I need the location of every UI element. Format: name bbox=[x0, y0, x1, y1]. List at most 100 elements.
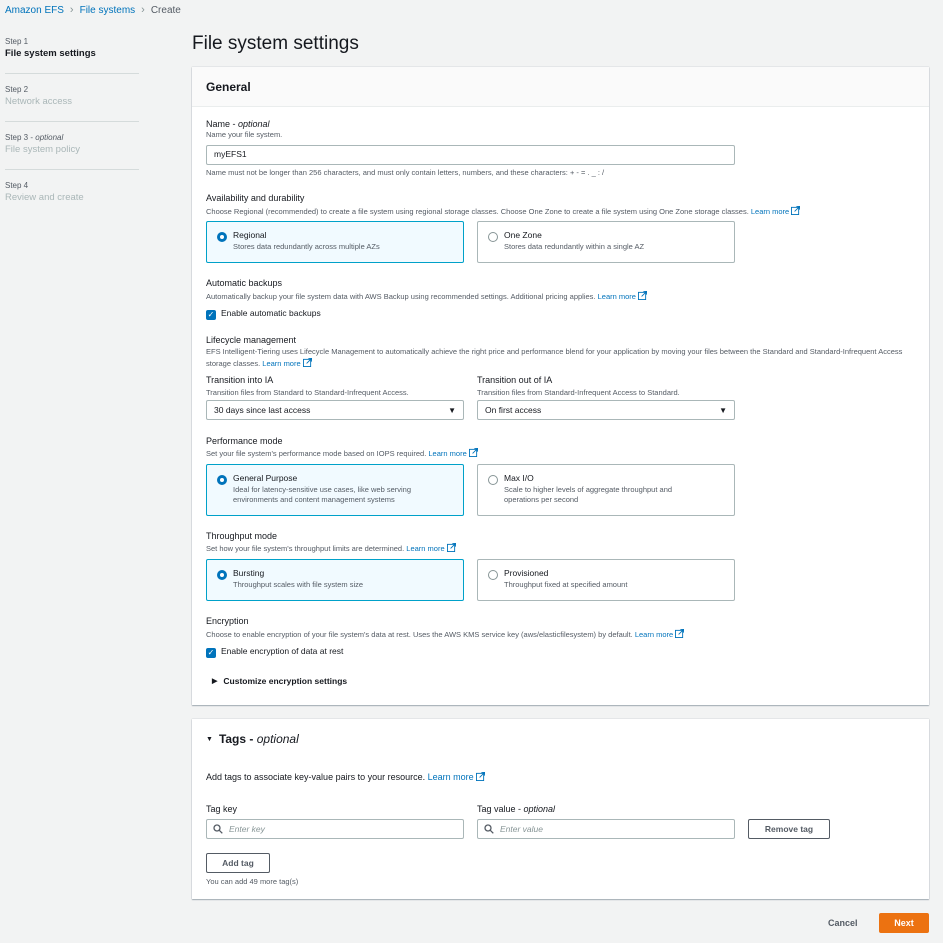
learn-more-link[interactable]: Learn more bbox=[262, 359, 300, 368]
availability-one-zone-tile[interactable]: One Zone Stores data redundantly within … bbox=[477, 221, 735, 263]
step-number: Step 1 bbox=[5, 37, 29, 46]
performance-label: Performance mode bbox=[206, 436, 283, 446]
tile-title: Regional bbox=[233, 230, 267, 240]
tag-value-label: Tag value - optional bbox=[477, 804, 555, 814]
placeholder: Enter value bbox=[500, 824, 543, 834]
radio-unselected-icon[interactable] bbox=[488, 232, 498, 242]
tile-title: Bursting bbox=[233, 568, 265, 578]
step-number: Step 3 - optional bbox=[5, 132, 139, 143]
external-link-icon bbox=[468, 448, 478, 457]
radio-selected-icon[interactable] bbox=[217, 570, 227, 580]
learn-more-link[interactable]: Learn more bbox=[635, 630, 673, 639]
step-2: Step 2 Network access bbox=[5, 84, 139, 122]
tags-panel: ▼ Tags - optional Add tags to associate … bbox=[192, 719, 929, 899]
optional-label: optional bbox=[238, 119, 270, 129]
tags-header-text: Tags - bbox=[218, 732, 257, 746]
radio-unselected-icon[interactable] bbox=[488, 475, 498, 485]
step-number: Step 2 bbox=[5, 85, 29, 94]
remove-tag-button[interactable]: Remove tag bbox=[748, 819, 830, 839]
external-link-icon bbox=[302, 357, 312, 367]
learn-more-link[interactable]: Learn more bbox=[428, 449, 466, 458]
tags-header-title: Tags - optional bbox=[219, 732, 299, 746]
step-number-text: Step 3 - bbox=[5, 133, 36, 142]
performance-desc-text: Set your file system's performance mode … bbox=[206, 449, 427, 458]
tag-key-input[interactable]: Enter key bbox=[206, 819, 464, 839]
next-button[interactable]: Next bbox=[879, 913, 929, 933]
name-label-text: Name - bbox=[206, 119, 239, 129]
throughput-provisioned-tile[interactable]: Provisioned Throughput fixed at specifie… bbox=[477, 559, 735, 601]
availability-description: Choose Regional (recommended) to create … bbox=[206, 206, 926, 218]
learn-more-link[interactable]: Learn more bbox=[428, 772, 474, 782]
step-name: File system settings bbox=[5, 48, 96, 59]
step-number: Step 4 bbox=[5, 181, 29, 190]
tile-title: Provisioned bbox=[504, 568, 549, 578]
into-ia-label: Transition into IA bbox=[206, 375, 274, 385]
throughput-bursting-tile[interactable]: Bursting Throughput scales with file sys… bbox=[206, 559, 464, 601]
select-value: On first access bbox=[485, 405, 542, 415]
encryption-checkbox-row[interactable]: ✓ Enable encryption of data at rest bbox=[206, 646, 343, 658]
select-value: 30 days since last access bbox=[214, 405, 311, 415]
breadcrumb: Amazon EFS › File systems › Create bbox=[5, 4, 181, 16]
out-of-ia-select[interactable]: On first access ▼ bbox=[477, 400, 735, 420]
caret-down-icon: ▼ bbox=[206, 735, 213, 743]
general-panel: General Name - optional Name your file s… bbox=[192, 67, 929, 705]
placeholder: Enter key bbox=[229, 824, 265, 834]
backups-description: Automatically backup your file system da… bbox=[206, 291, 647, 303]
chevron-right-icon: › bbox=[141, 4, 145, 16]
wizard-steps: Step 1 File system settings Step 2 Netwo… bbox=[5, 36, 139, 228]
breadcrumb-file-systems[interactable]: File systems bbox=[80, 5, 136, 16]
expander-label: Customize encryption settings bbox=[223, 676, 348, 686]
checkbox-checked-icon[interactable]: ✓ bbox=[206, 647, 216, 658]
tags-description: Add tags to associate key-value pairs to… bbox=[206, 772, 485, 782]
learn-more-link[interactable]: Learn more bbox=[751, 207, 789, 216]
caret-down-icon: ▼ bbox=[719, 405, 727, 415]
into-ia-description: Transition files from Standard to Standa… bbox=[206, 388, 409, 397]
backups-label: Automatic backups bbox=[206, 278, 283, 288]
checkbox-label: Enable encryption of data at rest bbox=[221, 646, 344, 656]
tile-description: Ideal for latency-sensitive use cases, l… bbox=[233, 485, 412, 504]
radio-selected-icon[interactable] bbox=[217, 475, 227, 485]
into-ia-select[interactable]: 30 days since last access ▼ bbox=[206, 400, 464, 420]
availability-regional-tile[interactable]: Regional Stores data redundantly across … bbox=[206, 221, 464, 263]
customize-encryption-expander[interactable]: ▶ Customize encryption settings bbox=[212, 676, 347, 686]
tile-description: Throughput fixed at specified amount bbox=[504, 580, 628, 589]
out-of-ia-label: Transition out of IA bbox=[477, 375, 553, 385]
backups-checkbox-row[interactable]: ✓ Enable automatic backups bbox=[206, 308, 321, 320]
tag-key-label: Tag key bbox=[206, 804, 238, 814]
tags-panel-header[interactable]: ▼ Tags - optional bbox=[192, 719, 929, 759]
panel-header: General bbox=[192, 67, 929, 107]
encryption-desc-text: Choose to enable encryption of your file… bbox=[206, 630, 633, 639]
tile-description: Scale to higher levels of aggregate thro… bbox=[504, 485, 673, 504]
encryption-label: Encryption bbox=[206, 616, 249, 626]
lifecycle-description: EFS Intelligent-Tiering uses Lifecycle M… bbox=[206, 347, 918, 369]
radio-unselected-icon[interactable] bbox=[488, 570, 498, 580]
performance-general-purpose-tile[interactable]: General Purpose Ideal for latency-sensit… bbox=[206, 464, 464, 516]
throughput-description: Set how your file system's throughput li… bbox=[206, 543, 456, 555]
page-title: File system settings bbox=[192, 33, 359, 54]
performance-max-io-tile[interactable]: Max I/O Scale to higher levels of aggreg… bbox=[477, 464, 735, 516]
step-name: Network access bbox=[5, 96, 73, 107]
throughput-label: Throughput mode bbox=[206, 531, 278, 541]
optional-label: optional bbox=[35, 133, 64, 142]
tile-description: Stores data redundantly across multiple … bbox=[233, 242, 380, 251]
optional-label: optional bbox=[256, 732, 299, 746]
add-tag-button[interactable]: Add tag bbox=[206, 853, 270, 873]
cancel-button[interactable]: Cancel bbox=[828, 918, 858, 928]
availability-label: Availability and durability bbox=[206, 193, 305, 203]
checkbox-checked-icon[interactable]: ✓ bbox=[206, 309, 216, 320]
radio-selected-icon[interactable] bbox=[217, 232, 227, 242]
search-icon bbox=[484, 824, 494, 834]
external-link-icon bbox=[675, 629, 685, 638]
tile-title: General Purpose bbox=[233, 473, 298, 483]
breadcrumb-amazon-efs[interactable]: Amazon EFS bbox=[5, 5, 64, 16]
tags-desc-text: Add tags to associate key-value pairs to… bbox=[206, 772, 426, 782]
tag-value-input[interactable]: Enter value bbox=[477, 819, 735, 839]
lifecycle-label: Lifecycle management bbox=[206, 335, 297, 345]
learn-more-link[interactable]: Learn more bbox=[598, 292, 636, 301]
learn-more-link[interactable]: Learn more bbox=[406, 544, 444, 553]
step-name: Review and create bbox=[5, 192, 84, 203]
step-1: Step 1 File system settings bbox=[5, 36, 139, 74]
name-input[interactable]: myEFS1 bbox=[206, 145, 735, 165]
external-link-icon bbox=[791, 206, 801, 215]
tag-value-label-text: Tag value - bbox=[477, 804, 524, 814]
